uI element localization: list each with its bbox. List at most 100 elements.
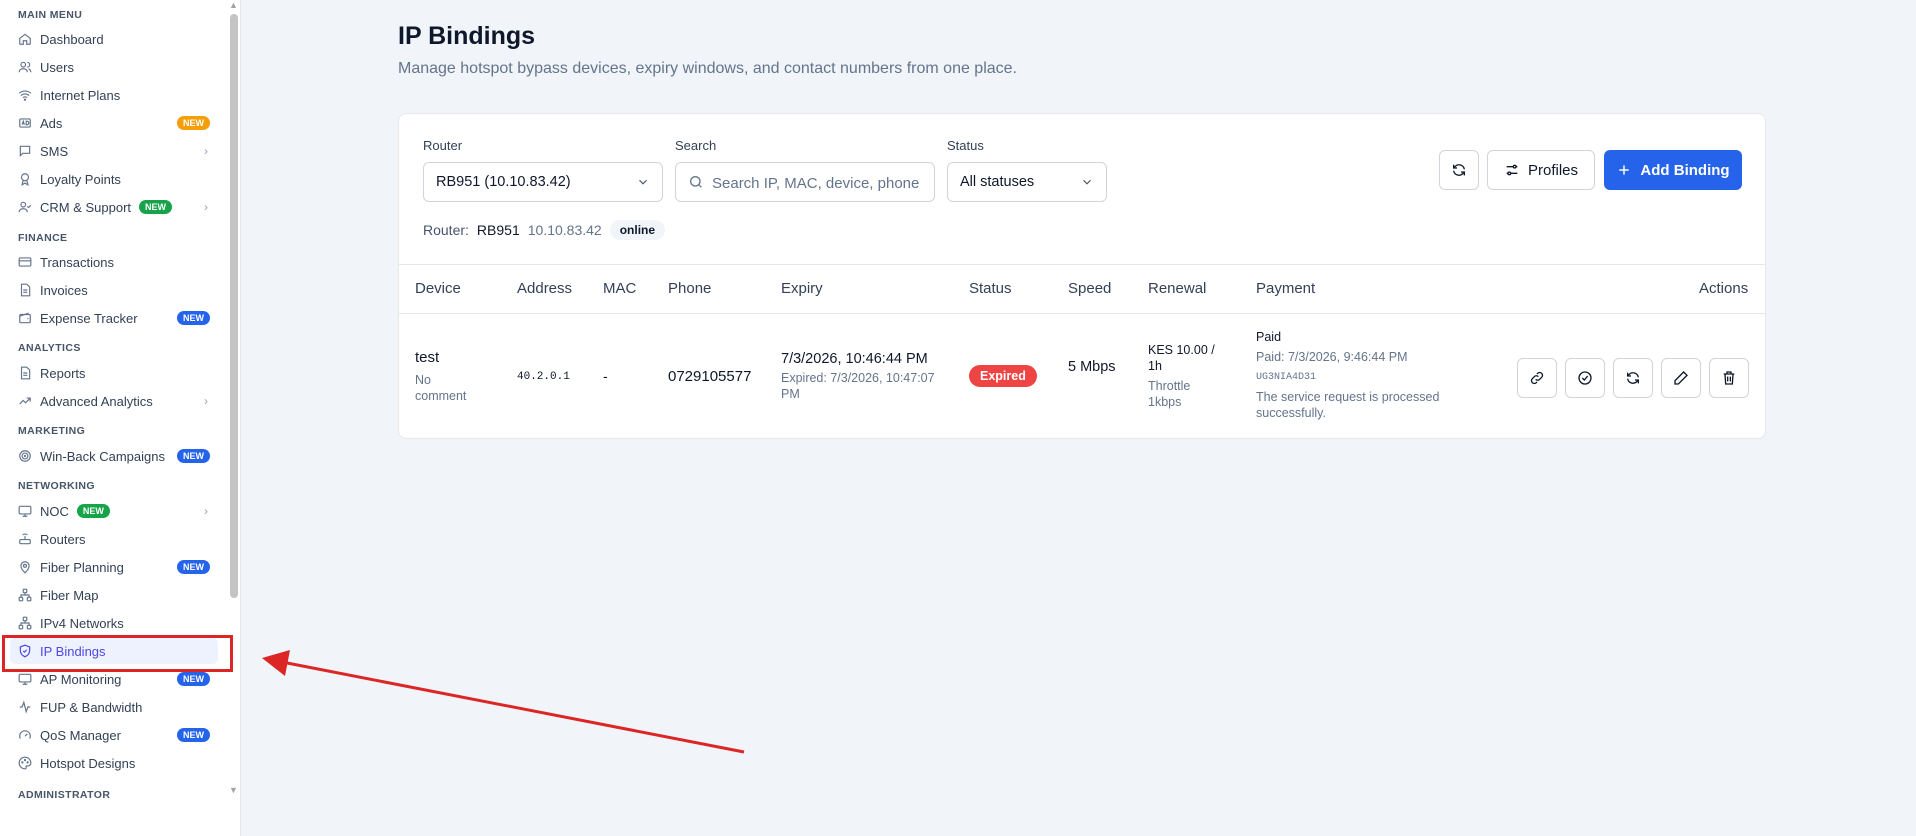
sidebar-scroll-thumb[interactable]	[230, 14, 238, 598]
sidebar-item-advanced-analytics[interactable]: Advanced Analytics ›	[10, 388, 218, 414]
sidebar-item-loyalty[interactable]: Loyalty Points	[10, 166, 218, 192]
page-subtitle: Manage hotspot bypass devices, expiry wi…	[398, 60, 1017, 77]
sidebar-item-label: Transactions	[40, 254, 114, 270]
sidebar-item-ads[interactable]: Ads NEW	[10, 110, 218, 136]
chevron-right-icon: ›	[204, 394, 208, 408]
sidebar-item-invoices[interactable]: Invoices	[10, 277, 218, 303]
speed-value: 5 Mbps	[1068, 359, 1116, 375]
page-title: IP Bindings	[398, 22, 536, 50]
new-badge: NEW	[177, 560, 210, 574]
column-header-renewal: Renewal	[1148, 280, 1207, 297]
search-field[interactable]	[675, 162, 935, 202]
router-select[interactable]: RB951 (10.10.83.42)	[423, 162, 663, 202]
annotation-highlight-box	[2, 635, 233, 672]
router-info-key: Router:	[423, 222, 469, 238]
sidebar-item-label: Routers	[40, 531, 86, 547]
column-header-mac: MAC	[603, 280, 637, 297]
sidebar-item-label: Hotspot Designs	[40, 755, 136, 771]
chevron-right-icon: ›	[204, 144, 208, 158]
column-header-actions: Actions	[1699, 280, 1749, 297]
router-select-value: RB951 (10.10.83.42)	[436, 174, 571, 190]
sidebar-item-label: QoS Manager	[40, 727, 121, 743]
sidebar-item-winback[interactable]: Win-Back Campaigns NEW	[10, 443, 218, 469]
ads-icon	[18, 116, 32, 130]
profiles-button[interactable]: Profiles	[1487, 150, 1595, 190]
activate-button[interactable]	[1565, 358, 1605, 398]
sidebar-item-internet-plans[interactable]: Internet Plans	[10, 82, 218, 108]
new-badge: NEW	[139, 200, 173, 214]
trash-icon	[1723, 371, 1735, 385]
renew-button[interactable]	[1613, 358, 1653, 398]
search-filter-label: Search	[675, 138, 717, 153]
sidebar-item-routers[interactable]: Routers	[10, 526, 218, 552]
file-text-icon	[18, 366, 32, 380]
router-info-name: RB951	[476, 222, 520, 238]
link-button[interactable]	[1517, 358, 1557, 398]
column-header-phone: Phone	[668, 280, 712, 297]
router-filter-label: Router	[423, 138, 463, 153]
sidebar-item-reports[interactable]: Reports	[10, 360, 218, 386]
chevron-down-icon	[1083, 179, 1091, 185]
edit-button[interactable]	[1661, 358, 1701, 398]
monitor-icon	[18, 504, 32, 518]
sidebar-item-users[interactable]: Users	[10, 54, 218, 80]
scroll-up-arrow-icon[interactable]: ▲	[229, 0, 238, 10]
sidebar-item-ipv4[interactable]: IPv4 Networks	[10, 610, 218, 636]
status-badge: Expired	[969, 365, 1037, 387]
sidebar-item-fiber-map[interactable]: Fiber Map	[10, 582, 218, 608]
table-header: Device Address MAC Phone Expiry Status S…	[399, 264, 1765, 314]
add-binding-button[interactable]: Add Binding	[1604, 150, 1742, 190]
gauge-icon	[18, 728, 32, 742]
section-title-main: MAIN MENU	[18, 9, 83, 21]
new-badge: NEW	[177, 728, 210, 742]
new-badge: NEW	[177, 449, 210, 463]
sidebar-item-crm[interactable]: CRM & Support NEW ›	[10, 194, 218, 220]
sidebar-item-label: Fiber Planning	[40, 559, 124, 575]
trending-up-icon	[18, 394, 32, 408]
check-circle-icon	[1578, 371, 1592, 385]
search-input[interactable]	[712, 171, 922, 195]
sidebar-item-fiber-planning[interactable]: Fiber Planning NEW	[10, 554, 218, 580]
section-title-marketing: MARKETING	[18, 425, 86, 437]
refresh-button[interactable]	[1439, 150, 1479, 190]
ip-address: 40.2.0.1	[517, 371, 570, 383]
credit-card-icon	[18, 255, 32, 269]
delete-button[interactable]	[1709, 358, 1749, 398]
section-title-networking: NETWORKING	[18, 480, 95, 492]
refresh-icon	[1453, 164, 1465, 176]
wifi-icon	[18, 88, 32, 102]
section-title-finance: FINANCE	[18, 232, 68, 244]
sidebar-item-label: NOC	[40, 503, 69, 519]
chevron-right-icon: ›	[204, 504, 208, 518]
sidebar-item-label: Ads	[40, 115, 63, 131]
status-select[interactable]: All statuses	[947, 162, 1107, 202]
sidebar-item-label: Expense Tracker	[40, 310, 138, 326]
network-icon	[18, 588, 32, 602]
sidebar-item-hotspot-designs[interactable]: Hotspot Designs	[10, 750, 218, 776]
sidebar-item-label: Users	[40, 59, 74, 75]
sidebar-item-label: SMS	[40, 143, 69, 159]
sidebar-item-label: Internet Plans	[40, 87, 121, 103]
router-info-ip: 10.10.83.42	[527, 222, 602, 238]
column-header-speed: Speed	[1068, 280, 1112, 297]
sidebar-item-label: Fiber Map	[40, 587, 99, 603]
sidebar-item-qos[interactable]: QoS Manager NEW	[10, 722, 218, 748]
renewal-throttle: Throttle 1kbps	[1148, 379, 1191, 409]
sidebar-item-noc[interactable]: NOC NEW ›	[10, 498, 218, 524]
payment-reference: UG3NIA4D31	[1256, 372, 1317, 383]
add-binding-button-label: Add Binding	[1640, 161, 1730, 179]
payment-status: Paid	[1256, 330, 1282, 344]
palette-icon	[18, 756, 32, 770]
device-comment: No comment	[415, 373, 467, 403]
sidebar-item-sms[interactable]: SMS ›	[10, 138, 218, 164]
search-icon	[690, 176, 702, 188]
network-icon	[18, 616, 32, 630]
activity-icon	[18, 700, 32, 714]
sidebar-item-expense-tracker[interactable]: Expense Tracker NEW	[10, 305, 218, 331]
scroll-down-arrow-icon[interactable]: ▼	[229, 785, 238, 795]
sidebar-item-fup[interactable]: FUP & Bandwidth	[10, 694, 218, 720]
sidebar-item-label: Dashboard	[40, 31, 104, 47]
new-badge: NEW	[76, 504, 110, 518]
sidebar-item-transactions[interactable]: Transactions	[10, 249, 218, 275]
sidebar-item-dashboard[interactable]: Dashboard	[10, 26, 218, 52]
